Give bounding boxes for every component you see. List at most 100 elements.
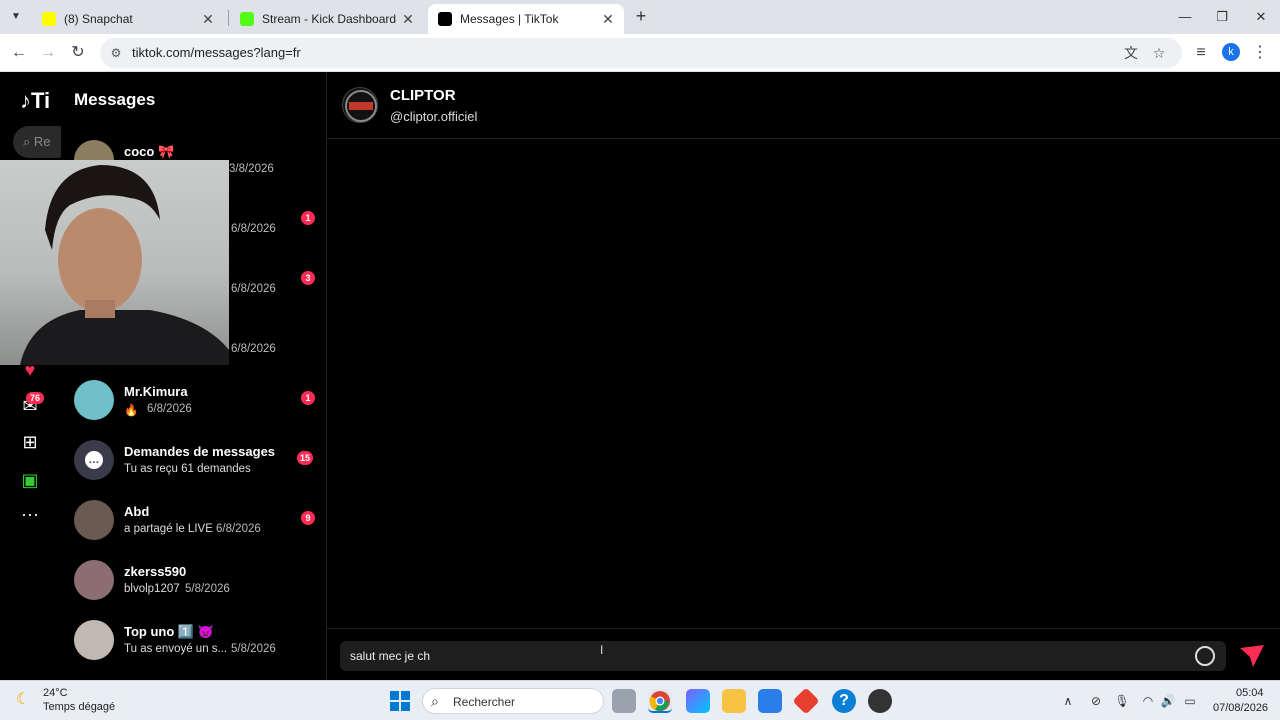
close-tab-icon[interactable]: ✕ <box>400 11 416 28</box>
conversation-name: Top uno 1️⃣ 👿 <box>124 624 214 639</box>
emoji-icon[interactable] <box>1195 646 1215 666</box>
microphone-icon[interactable]: 🎙 <box>1114 693 1130 709</box>
conversation-name: Abd <box>124 504 150 519</box>
conversation-date: 5/8/2026 <box>185 583 230 595</box>
back-arrow-icon[interactable]: ← <box>8 42 30 64</box>
chat-contact-name[interactable]: CLIPTOR <box>390 87 456 104</box>
avatar <box>74 620 114 660</box>
webcam-overlay <box>0 160 229 365</box>
tiktok-logo[interactable]: ♪Ti <box>20 88 50 114</box>
tab-label: Stream - Kick Dashboard <box>262 12 397 26</box>
tab-tiktok-messages[interactable]: Messages | TikTok ✕ <box>428 4 624 34</box>
unread-badge: 15 <box>297 451 314 465</box>
messages-title: Messages <box>74 90 156 109</box>
cliptor-avatar[interactable] <box>342 87 378 123</box>
tab-kick-dashboard[interactable]: Stream - Kick Dashboard ✕ <box>230 4 424 34</box>
url-text[interactable]: tiktok.com/messages?lang=fr <box>132 45 301 60</box>
conversation-preview: blvolp1207 <box>124 583 180 595</box>
app-red-diamond-icon[interactable] <box>792 687 820 715</box>
inbox-count-badge: 76 <box>26 392 45 404</box>
copilot-icon[interactable] <box>686 689 710 713</box>
tray-chevron-up-icon[interactable]: ∧ <box>1060 693 1076 709</box>
conversation-item-zkerss590[interactable]: zkerss590 blvolp1207 5/8/2026 <box>61 556 326 616</box>
file-explorer-icon[interactable] <box>722 689 746 713</box>
send-icon[interactable] <box>1239 644 1265 668</box>
conversation-date: 6/8/2026 <box>216 523 261 535</box>
message-input[interactable]: salut mec je ch <box>340 641 1226 671</box>
network-off-icon[interactable]: ⊘ <box>1088 693 1104 709</box>
chat-bubble-icon: … <box>85 451 103 469</box>
conversation-name: Demandes de messages <box>124 444 276 459</box>
logo-text: Ti <box>31 88 51 113</box>
conversation-item-abd[interactable]: Abd a partagé le LIVE 6/8/2026 9 <box>61 496 326 556</box>
cliptor-logo-icon <box>345 90 377 122</box>
translate-icon[interactable]: 文 <box>1122 44 1140 62</box>
chrome-taskbar-icon[interactable] <box>648 689 672 713</box>
address-bar[interactable]: ⚙ tiktok.com/messages?lang=fr 文 ☆ <box>100 38 1182 68</box>
conversation-name: Mr.Kimura <box>124 384 188 399</box>
chat-header: CLIPTOR @cliptor.officiel <box>327 72 1280 139</box>
avatar <box>74 380 114 420</box>
reload-icon[interactable]: ↻ <box>67 42 89 64</box>
bookmark-star-icon[interactable]: ☆ <box>1150 44 1168 62</box>
weather-temperature: 24°C <box>43 687 68 699</box>
help-icon[interactable]: ? <box>832 689 856 713</box>
conversation-item-top-uno[interactable]: Top uno 1️⃣ 👿 Tu as envoyé un s... 5/8/2… <box>61 616 326 676</box>
tab-snapchat[interactable]: (8) Snapchat ✕ <box>32 4 224 34</box>
microsoft-store-icon[interactable] <box>758 689 782 713</box>
more-dots-icon[interactable]: ··· <box>18 502 42 526</box>
webcam-person-figure <box>20 165 229 365</box>
profile-thumb-icon[interactable]: ▣ <box>18 468 42 492</box>
conversation-date: 6/8/2026 <box>231 283 276 295</box>
browser-tab-bar: ▼ (8) Snapchat ✕ Stream - Kick Dashboard… <box>0 0 1280 34</box>
conversation-preview: Tu as reçu 61 demandes <box>124 463 251 475</box>
close-tab-icon[interactable]: ✕ <box>600 11 616 28</box>
new-tab-button[interactable]: + <box>632 7 650 25</box>
clock-date[interactable]: 07/08/2026 <box>1213 702 1268 714</box>
volume-icon[interactable]: 🔊 <box>1160 693 1176 709</box>
conversation-preview: Tu as envoyé un s... <box>124 643 228 655</box>
restore-window-button[interactable]: ❐ <box>1211 6 1233 28</box>
tab-search-dropdown-icon[interactable]: ▼ <box>6 7 26 27</box>
chat-contact-handle[interactable]: @cliptor.officiel <box>390 109 477 124</box>
close-tab-icon[interactable]: ✕ <box>200 11 216 28</box>
browser-menu-icon[interactable]: ⋮ <box>1252 42 1268 62</box>
upload-plus-icon[interactable]: ⊞ <box>18 430 42 454</box>
moon-icon: ☾ <box>16 691 31 708</box>
conversation-date: 3/8/2026 <box>229 163 274 175</box>
task-view-icon[interactable] <box>612 689 636 713</box>
obs-icon[interactable] <box>868 689 892 713</box>
conversation-date: 5/8/2026 <box>231 643 276 655</box>
avatar <box>74 500 114 540</box>
conversation-date: 6/8/2026 <box>147 403 192 415</box>
profile-avatar[interactable]: k <box>1222 43 1240 61</box>
conversation-name: zkerss590 <box>124 564 187 579</box>
conversation-preview: 🔥 <box>124 405 139 417</box>
unread-badge: 1 <box>301 391 315 405</box>
taskbar-search[interactable]: ⌕ Rechercher <box>422 688 604 714</box>
windows-taskbar: ☾ 24°C Temps dégagé ⌕ Rechercher ? ∧ ⊘ 🎙… <box>0 680 1280 720</box>
site-info-icon[interactable]: ⚙ <box>108 45 124 61</box>
chrome-logo-icon <box>649 691 670 711</box>
tiktok-favicon-icon <box>438 12 452 26</box>
clock-time[interactable]: 05:04 <box>1236 687 1264 699</box>
chat-composer: salut mec je ch I <box>327 628 1280 680</box>
minimize-window-button[interactable]: — <box>1174 6 1196 28</box>
media-queue-icon[interactable]: ≡ <box>1190 42 1212 64</box>
conversation-name: coco 🎀 <box>124 144 175 159</box>
conversation-item-mr-kimura[interactable]: Mr.Kimura 🔥 6/8/2026 1 <box>61 376 326 436</box>
battery-icon[interactable]: ▭ <box>1182 693 1198 709</box>
tab-label: (8) Snapchat <box>64 12 133 26</box>
avatar <box>74 560 114 600</box>
close-window-button[interactable]: ✕ <box>1250 6 1272 28</box>
weather-description: Temps dégagé <box>43 701 116 713</box>
windows-start-icon[interactable] <box>390 691 410 711</box>
forward-arrow-icon[interactable]: → <box>37 42 59 64</box>
conversation-preview: a partagé le LIVE <box>124 523 213 535</box>
tab-separator <box>228 10 229 26</box>
message-requests-item[interactable]: … Demandes de messages Tu as reçu 61 dem… <box>61 436 326 496</box>
text-cursor-icon: I <box>600 643 604 657</box>
chat-panel: CLIPTOR @cliptor.officiel salut mec je c… <box>327 72 1280 680</box>
wifi-icon[interactable]: ◠ <box>1140 693 1156 709</box>
snapchat-favicon-icon <box>42 12 56 26</box>
